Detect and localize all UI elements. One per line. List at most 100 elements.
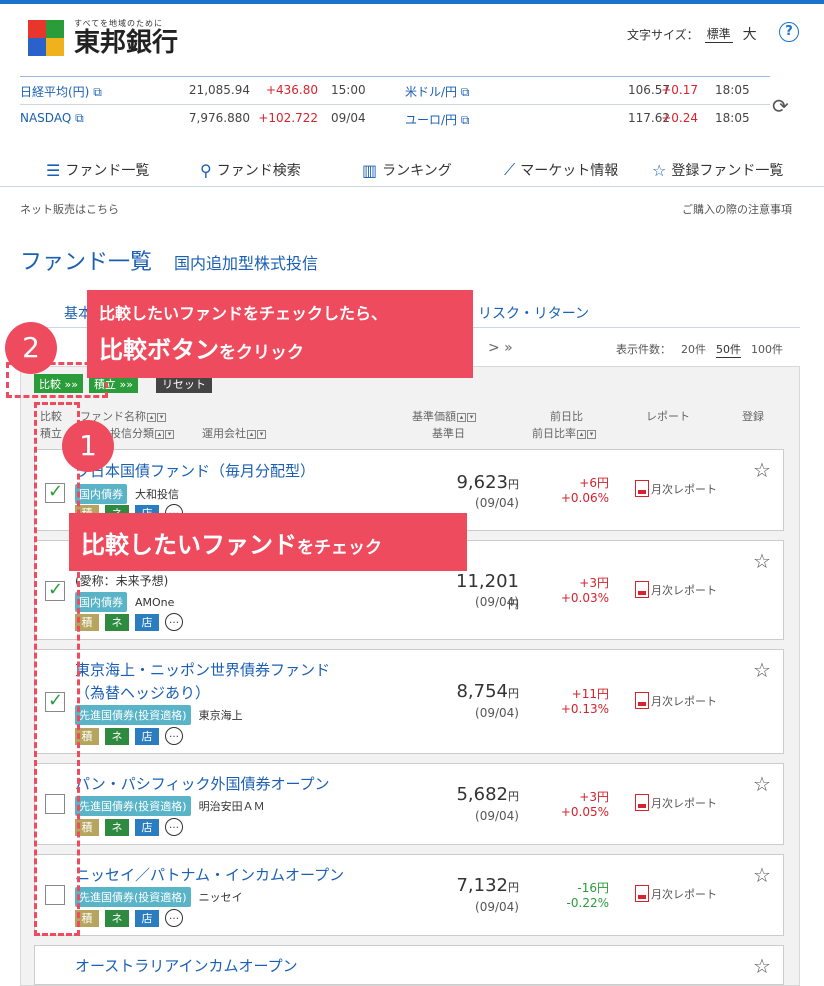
nav-fund-list[interactable]: ☰ ファンド一覧: [46, 160, 149, 180]
fund-diff: +3円: [579, 576, 609, 590]
register-star-icon[interactable]: ☆: [753, 863, 771, 887]
fund-card: パン・パシフィック外国債券オープン 先進国債券(投資適格) 明治安田ＡＭ 積ネ店……: [34, 763, 784, 845]
font-size-large[interactable]: 大: [743, 24, 757, 44]
market-time: 15:00: [331, 83, 366, 97]
fund-category-row: 国内債券 AMOne: [75, 592, 174, 612]
fund-diff: +3円: [579, 790, 609, 804]
category-tag: 先進国債券(投資適格): [75, 796, 191, 816]
per-page-100[interactable]: 100件: [751, 341, 783, 358]
chat-icon[interactable]: …: [165, 818, 183, 836]
fund-rate: -0.22%: [566, 896, 609, 910]
register-star-icon[interactable]: ☆: [753, 772, 771, 796]
podium-icon: ▥: [362, 160, 378, 180]
fund-name-link[interactable]: ワ日本国債ファンド（毎月分配型）: [75, 460, 315, 481]
nav-registered-funds[interactable]: ☆ 登録ファンド一覧: [652, 160, 783, 180]
help-icon[interactable]: ?: [779, 22, 799, 42]
pdf-icon: [635, 581, 649, 598]
market-ticker: 日経平均(円) ⧉ 21,085.94 +436.80 15:00 米ドル/円 …: [20, 76, 770, 131]
monthly-report-link[interactable]: 月次レポート: [635, 692, 717, 709]
market-link-nikkei[interactable]: 日経平均(円) ⧉: [20, 83, 102, 100]
market-link-eurjpy[interactable]: ユーロ/円 ⧉: [405, 111, 469, 128]
register-star-icon[interactable]: ☆: [753, 549, 771, 573]
step2-callout: 比較したいファンドをチェックしたら、 比較ボタンをクリック: [87, 290, 473, 378]
step2-action: 比較ボタンをクリック: [99, 336, 304, 364]
fund-category-row: 国内債券 大和投信: [75, 484, 179, 504]
fund-name-link-line2[interactable]: （為替ヘッジあり）: [75, 682, 210, 703]
fund-category-row: 先進国債券(投資適格) 東京海上: [75, 705, 243, 725]
header-nav-date: 基準日: [432, 427, 465, 440]
badge-store: 店: [135, 613, 159, 631]
market-row: 日経平均(円) ⧉ 21,085.94 +436.80 15:00 米ドル/円 …: [20, 77, 770, 104]
fund-category-row: 先進国債券(投資適格) ニッセイ: [75, 887, 243, 907]
nav-fund-search[interactable]: ⚲ ファンド検索: [200, 160, 301, 180]
pdf-icon: [635, 692, 649, 709]
fund-nickname[interactable]: (愛称：未来予想): [75, 572, 168, 589]
chat-icon[interactable]: …: [165, 727, 183, 745]
badge-net: ネ: [105, 727, 129, 745]
fund-name-link[interactable]: オーストラリアインカムオープン: [75, 955, 298, 976]
main-nav: ☰ ファンド一覧 ⚲ ファンド検索 ▥ ランキング ⟋ マーケット情報 ☆ 登録ファンド一…: [0, 160, 824, 186]
net-sales-link[interactable]: ネット販売はこちら: [20, 201, 119, 217]
fund-date: (09/04): [475, 809, 519, 823]
fund-company: 大和投信: [135, 488, 179, 501]
header-report: レポート: [646, 410, 690, 423]
fund-rate: +0.05%: [560, 805, 609, 819]
nav-ranking[interactable]: ▥ ランキング: [362, 160, 452, 180]
market-time: 18:05: [715, 111, 750, 125]
fund-diff: +11円: [571, 687, 609, 701]
nav-market-info[interactable]: ⟋ マーケット情報: [504, 160, 618, 180]
badge-net: ネ: [105, 818, 129, 836]
category-tag: 国内債券: [75, 592, 127, 612]
category-tag: 先進国債券(投資適格): [75, 705, 191, 725]
fund-price: 8,754円: [456, 681, 519, 702]
pager-next[interactable]: > »: [488, 340, 513, 356]
step1-text: 比較したいファンドをチェック: [81, 531, 382, 559]
monthly-report-link[interactable]: 月次レポート: [635, 794, 717, 811]
header-category[interactable]: 投信分類 ▴ ▾: [110, 425, 174, 441]
market-link-usdjpy[interactable]: 米ドル/円 ⧉: [405, 83, 469, 100]
market-row: NASDAQ ⧉ 7,976.880 +102.722 09/04 ユーロ/円 …: [20, 104, 770, 131]
per-page-50[interactable]: 50件: [716, 341, 741, 358]
fund-company: 明治安田ＡＭ: [198, 800, 265, 813]
register-star-icon[interactable]: ☆: [753, 658, 771, 682]
fund-card: 東京海上・ニッポン世界債券ファンド （為替ヘッジあり） 先進国債券(投資適格) 東…: [34, 649, 784, 754]
fund-rate: +0.06%: [560, 491, 609, 505]
search-icon: ⚲: [200, 160, 212, 180]
notes-link[interactable]: ご購入の際の注意事項: [682, 201, 792, 217]
per-page-20[interactable]: 20件: [681, 341, 706, 358]
font-size-standard[interactable]: 標準: [704, 25, 733, 43]
refresh-icon[interactable]: ⟳: [772, 94, 789, 118]
tab-risk-return[interactable]: リスク・リターン: [478, 303, 589, 323]
logo[interactable]: すべてを地域のために 東邦銀行: [28, 18, 178, 57]
fund-card: ニッセイ／パトナム・インカムオープン 先進国債券(投資適格) ニッセイ 積ネ店… …: [34, 854, 784, 936]
register-star-icon[interactable]: ☆: [753, 954, 771, 978]
fund-date: (09/04): [475, 496, 519, 510]
fund-card: オーストラリアインカムオープン ☆: [34, 945, 784, 985]
market-change: +0.24: [661, 111, 698, 125]
star-icon: ☆: [652, 160, 667, 180]
badges: 積ネ店…: [75, 727, 183, 745]
monthly-report-link[interactable]: 月次レポート: [635, 480, 717, 497]
fund-diff: -16円: [577, 881, 609, 895]
header-diff-rate[interactable]: 前日比率 ▴ ▾: [532, 425, 596, 441]
market-value: 7,976.880: [188, 111, 250, 125]
font-size-control: 文字サイズ： 標準 大: [627, 24, 757, 44]
header-nav[interactable]: 基準価額 ▴ ▾: [412, 408, 476, 424]
chat-icon[interactable]: …: [165, 613, 183, 631]
step1-callout: 比較したいファンドをチェック: [69, 513, 467, 571]
chart-icon: ⟋: [504, 160, 516, 179]
monthly-report-link[interactable]: 月次レポート: [635, 581, 717, 598]
monthly-report-link[interactable]: 月次レポート: [635, 885, 717, 902]
chat-icon[interactable]: …: [165, 909, 183, 927]
logo-name: 東邦銀行: [74, 28, 179, 58]
fund-name-link[interactable]: パン・パシフィック外国債券オープン: [75, 773, 330, 794]
fund-name-link[interactable]: ニッセイ／パトナム・インカムオープン: [75, 864, 344, 885]
register-star-icon[interactable]: ☆: [753, 458, 771, 482]
header-company[interactable]: 運用会社 ▴ ▾: [202, 425, 266, 441]
market-link-nasdaq[interactable]: NASDAQ ⧉: [20, 111, 84, 126]
fund-diff: +6円: [579, 476, 609, 490]
fund-category-row: 先進国債券(投資適格) 明治安田ＡＭ: [75, 796, 265, 816]
fund-price: 9,623円: [456, 472, 519, 493]
fund-name-link[interactable]: 東京海上・ニッポン世界債券ファンド: [75, 659, 330, 680]
per-page-label: 表示件数：: [616, 343, 671, 356]
